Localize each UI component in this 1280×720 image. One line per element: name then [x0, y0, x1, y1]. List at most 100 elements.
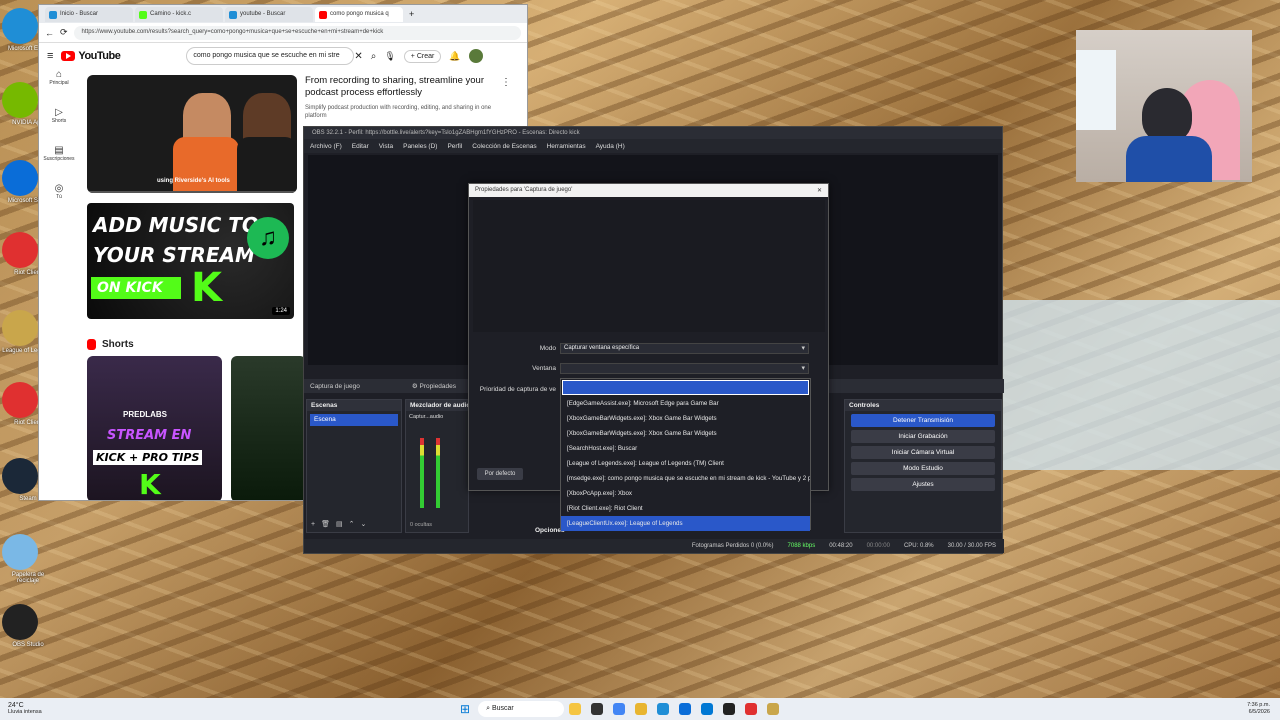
dropdown-option[interactable]: [Riot Client.exe]: Riot Client: [561, 501, 810, 516]
sidenav-item-home[interactable]: ⌂ Principal: [39, 69, 79, 107]
obs-icon[interactable]: [723, 703, 736, 715]
subscriptions-icon: ▤: [54, 145, 64, 156]
folder-icon[interactable]: [635, 703, 648, 715]
browser-tab[interactable]: youtube - Buscar: [225, 6, 313, 22]
dropdown-option[interactable]: [LeagueClientUx.exe]: League of Legends: [561, 516, 810, 531]
desktop-app-icon[interactable]: [2, 310, 38, 346]
riot-icon[interactable]: [745, 703, 758, 715]
back-icon[interactable]: ←: [45, 28, 54, 38]
clock[interactable]: 7:36 p.m. 6/5/2026: [1247, 702, 1280, 716]
thumb-line-2: YOUR STREAM: [93, 243, 255, 267]
windows-start-icon[interactable]: ⊞: [460, 702, 470, 716]
weather-widget[interactable]: 24°C Lluvia intensa: [0, 702, 90, 716]
youtube-icon: [319, 10, 327, 19]
browser-tab[interactable]: Inicio - Buscar: [45, 6, 133, 22]
desktop-app-icon[interactable]: [2, 82, 38, 118]
kick-logo: K: [139, 468, 161, 501]
chrome-icon[interactable]: [613, 703, 626, 715]
obs-menubar: Archivo (F) Editar Vista Paneles (D) Per…: [304, 139, 1002, 153]
video-thumbnail-ad[interactable]: using Riverside's AI tools: [87, 75, 297, 193]
clear-search-icon[interactable]: ✕: [354, 51, 362, 62]
menu-coleccion[interactable]: Colección de Escenas: [472, 143, 536, 150]
browser-tab-active[interactable]: como pongo musica q: [315, 6, 403, 22]
avatar[interactable]: [468, 49, 483, 63]
create-button[interactable]: + Crear: [403, 49, 442, 63]
desktop-app-icon[interactable]: [2, 232, 38, 268]
fps: 30.00 / 30.00 FPS: [947, 543, 996, 549]
new-tab-button[interactable]: +: [409, 9, 414, 19]
desktop-app-icon[interactable]: [2, 534, 38, 570]
edge-icon[interactable]: [657, 703, 670, 715]
scene-item[interactable]: Escena: [310, 414, 398, 426]
dropdown-option[interactable]: [SearchHost.exe]: Buscar: [561, 441, 810, 456]
search-icon[interactable]: ⌕: [371, 51, 377, 62]
file-explorer-icon[interactable]: [569, 703, 582, 715]
mic-icon[interactable]: 🎙: [384, 51, 395, 62]
menu-perfil[interactable]: Perfil: [447, 143, 462, 150]
default-button[interactable]: Por defecto: [477, 468, 523, 480]
menu-icon[interactable]: ≡: [47, 50, 53, 62]
mode-row: Modo Capturar ventana específica: [469, 343, 830, 355]
menu-vista[interactable]: Vista: [379, 143, 393, 150]
desktop-app-icon[interactable]: [2, 382, 38, 418]
more-options-icon[interactable]: ⋮: [501, 77, 511, 88]
host-shirt-right: [237, 137, 297, 193]
webcam-window: [1076, 50, 1116, 130]
start-recording-button[interactable]: Iniciar Grabación: [851, 430, 995, 443]
window-label: Ventana: [532, 365, 556, 372]
dropdown-option[interactable]: [XboxGameBarWidgets.exe]: Xbox Game Bar …: [561, 426, 810, 441]
menu-ayuda[interactable]: Ayuda (H): [596, 143, 625, 150]
taskbar-search[interactable]: ⌕ Buscar: [478, 701, 565, 717]
controls-dock: Controles Detener Transmisión Iniciar Gr…: [844, 399, 1002, 533]
dropdown-option[interactable]: [XboxPcApp.exe]: Xbox: [561, 486, 810, 501]
short-thumbnail[interactable]: PREDLABS STREAM EN KICK + PRO TIPS K: [87, 356, 222, 501]
dropdown-option[interactable]: [msedge.exe]: como pongo musica que se e…: [561, 471, 810, 486]
mode-select[interactable]: Capturar ventana específica: [560, 343, 809, 354]
window-select[interactable]: [560, 363, 809, 374]
menu-herramientas[interactable]: Herramientas: [547, 143, 586, 150]
settings-button[interactable]: Ajustes: [851, 478, 995, 491]
video-thumbnail-music[interactable]: ADD MUSIC TO YOUR STREAM ON KICK K ♫ 1:2…: [87, 203, 294, 319]
desktop-app-icon[interactable]: [2, 8, 38, 44]
browser-tab[interactable]: Camino - kick.c: [135, 6, 223, 22]
progress-bar: [87, 191, 297, 193]
studio-mode-button[interactable]: Modo Estudio: [851, 462, 995, 475]
youtube-logo[interactable]: YouTube: [61, 50, 121, 62]
desktop-app-icon[interactable]: [2, 458, 38, 494]
shorts-heading: Shorts: [87, 339, 134, 350]
sidenav-item-you[interactable]: ◎ Tú: [39, 183, 79, 221]
short-brand: PREDLABS: [123, 410, 168, 419]
desktop-app-icon[interactable]: [2, 160, 38, 196]
host-shirt-left: [173, 137, 239, 193]
properties-button[interactable]: ⚙ Propiedades: [412, 382, 456, 390]
video-title[interactable]: From recording to sharing, streamline yo…: [305, 75, 505, 99]
controls-header: Controles: [845, 400, 1001, 411]
music-note-icon: ♫: [247, 217, 289, 259]
obs-statusbar: Fotogramas Perdidos 0 (0.0%) 7088 kbps 0…: [304, 539, 1004, 553]
mail-icon[interactable]: [701, 703, 714, 715]
scene-toolbar: +🗑▤⌃⌄: [311, 521, 373, 528]
sidenav-item-shorts[interactable]: ▷ Shorts: [39, 107, 79, 145]
desktop-app-icon[interactable]: [2, 604, 38, 640]
search-input[interactable]: como pongo musica que se escuche en mi s…: [186, 47, 355, 65]
virtual-camera-button[interactable]: Iniciar Cámara Virtual: [851, 446, 995, 459]
youtube-play-icon: [61, 51, 76, 61]
bell-icon[interactable]: 🔔: [449, 51, 460, 62]
short-thumbnail[interactable]: [231, 356, 306, 500]
menu-editar[interactable]: Editar: [352, 143, 369, 150]
mixer-channel: Captur...audio: [409, 414, 444, 420]
store-icon[interactable]: [679, 703, 692, 715]
url-field[interactable]: https://www.youtube.com/results?search_q…: [73, 25, 521, 40]
menu-paneles[interactable]: Paneles (D): [403, 143, 437, 150]
dropdown-option[interactable]: [League of Legends.exe]: League of Legen…: [561, 456, 810, 471]
refresh-icon[interactable]: ⟳: [60, 27, 68, 38]
task-view-icon[interactable]: [591, 703, 604, 715]
league-icon[interactable]: [767, 703, 780, 715]
dropdown-selected-blank[interactable]: [562, 380, 809, 395]
close-icon[interactable]: ✕: [817, 187, 822, 194]
stop-streaming-button[interactable]: Detener Transmisión: [851, 414, 995, 427]
dropdown-option[interactable]: [EdgeGameAssist.exe]: Microsoft Edge par…: [561, 396, 810, 411]
sidenav-item-subscriptions[interactable]: ▤ Suscripciones: [39, 145, 79, 183]
dropdown-option[interactable]: [XboxGameBarWidgets.exe]: Xbox Game Bar …: [561, 411, 810, 426]
menu-archivo[interactable]: Archivo (F): [310, 143, 342, 150]
